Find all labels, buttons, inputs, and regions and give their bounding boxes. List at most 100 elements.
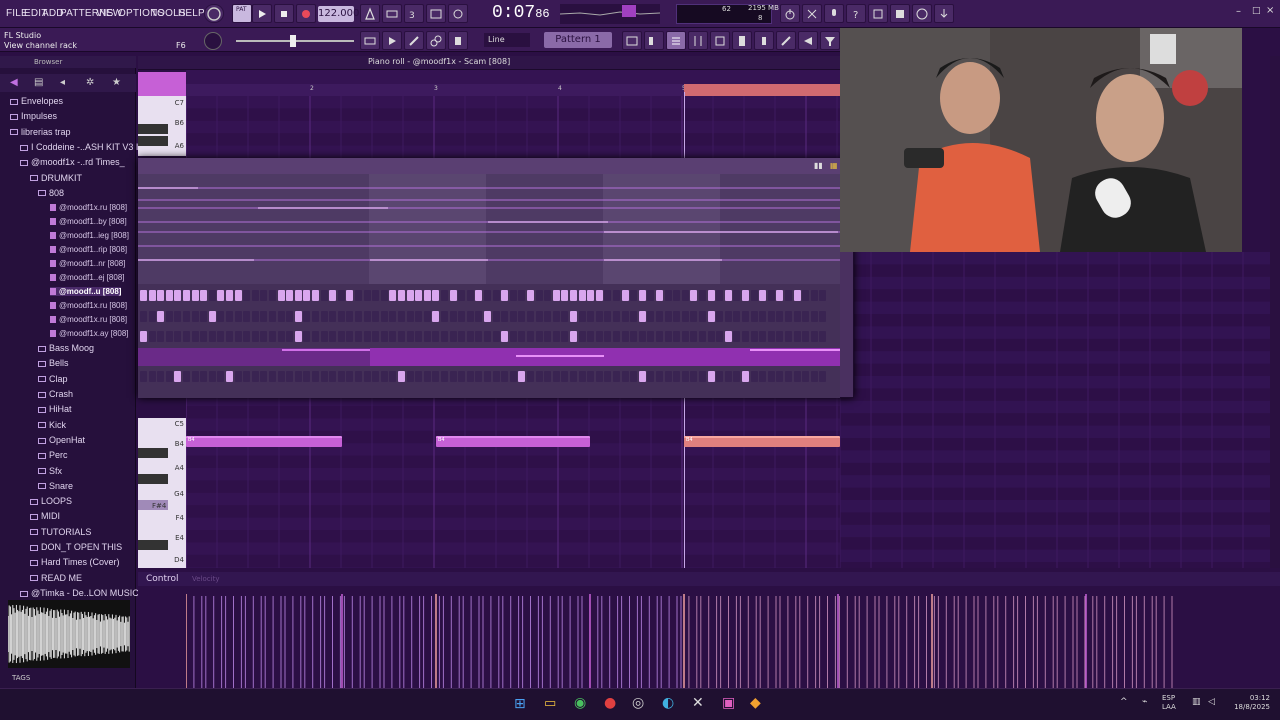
- step-button[interactable]: [742, 371, 749, 382]
- step-button[interactable]: [613, 371, 620, 382]
- step-button[interactable]: [337, 311, 345, 322]
- step-button[interactable]: [613, 311, 620, 322]
- step-button[interactable]: [320, 311, 328, 322]
- browser-folder-item[interactable]: READ ME: [30, 573, 82, 583]
- step-button[interactable]: [578, 311, 586, 322]
- step-button[interactable]: [664, 331, 672, 342]
- step-button[interactable]: [630, 371, 638, 382]
- step-button[interactable]: [621, 331, 629, 342]
- step-button[interactable]: [535, 371, 543, 382]
- step-button[interactable]: [346, 290, 354, 301]
- pat-song-toggle[interactable]: PAT: [232, 4, 252, 23]
- microphone-icon[interactable]: [824, 4, 844, 23]
- step-button[interactable]: [527, 371, 534, 382]
- black-key[interactable]: [138, 540, 168, 550]
- step-button[interactable]: [475, 290, 483, 301]
- step-button[interactable]: [260, 311, 268, 322]
- step-button[interactable]: [681, 331, 689, 342]
- step-button[interactable]: [458, 371, 466, 382]
- step-button[interactable]: [819, 371, 827, 382]
- step-button[interactable]: [587, 290, 595, 301]
- vertical-scrollbar[interactable]: [1270, 56, 1280, 568]
- step-button[interactable]: [793, 331, 801, 342]
- step-button[interactable]: [475, 371, 483, 382]
- step-button[interactable]: [200, 371, 208, 382]
- step-button[interactable]: [458, 331, 466, 342]
- step-button[interactable]: [767, 371, 775, 382]
- step-button[interactable]: [346, 331, 354, 342]
- note[interactable]: B4: [186, 436, 342, 447]
- step-button[interactable]: [819, 311, 827, 322]
- step-button[interactable]: [716, 331, 724, 342]
- step-button[interactable]: [570, 331, 577, 342]
- step-button[interactable]: [690, 311, 698, 322]
- browser-folder-item[interactable]: OpenHat: [38, 435, 85, 445]
- tray-clock[interactable]: 03:12 18/8/2025: [1226, 694, 1270, 712]
- step-button[interactable]: [707, 311, 715, 322]
- step-button[interactable]: [157, 371, 165, 382]
- step-button[interactable]: [303, 290, 311, 301]
- step-button[interactable]: [432, 311, 440, 322]
- step-button[interactable]: [656, 311, 663, 322]
- step-button[interactable]: [484, 290, 491, 301]
- step-button[interactable]: [234, 331, 242, 342]
- browser-star-icon[interactable]: ★: [112, 77, 121, 88]
- download-icon[interactable]: [934, 4, 954, 23]
- tree-icon[interactable]: [710, 31, 730, 50]
- step-button[interactable]: [604, 331, 612, 342]
- wait-input-icon[interactable]: [382, 4, 402, 23]
- step-button[interactable]: [363, 371, 371, 382]
- step-button[interactable]: [535, 311, 543, 322]
- snap-select[interactable]: Line: [484, 33, 530, 47]
- step-button[interactable]: [260, 331, 268, 342]
- step-button[interactable]: [320, 331, 328, 342]
- step-button[interactable]: [638, 290, 646, 301]
- step-button[interactable]: [191, 331, 199, 342]
- step-button[interactable]: [183, 311, 190, 322]
- stop-button[interactable]: [274, 4, 294, 23]
- step-button[interactable]: [466, 371, 474, 382]
- step-button[interactable]: [724, 331, 732, 342]
- step-button[interactable]: [733, 371, 741, 382]
- step-button[interactable]: [269, 371, 276, 382]
- step-button[interactable]: [484, 331, 491, 342]
- step-button[interactable]: [200, 311, 208, 322]
- browser-file-item[interactable]: @moodf1x.ru [808]: [50, 203, 127, 212]
- browser-file-item[interactable]: @moodf1..ieg [808]: [50, 231, 129, 240]
- step-button[interactable]: [742, 311, 749, 322]
- step-button[interactable]: [484, 311, 491, 322]
- step-button[interactable]: [234, 371, 242, 382]
- step-button[interactable]: [243, 331, 251, 342]
- keyboard-lower[interactable]: C5 B4 A4 G4 F#4 F4 E4 D4: [138, 418, 186, 568]
- tray-network-icon[interactable]: ⌁: [1142, 697, 1147, 707]
- step-button[interactable]: [785, 331, 792, 342]
- step-button[interactable]: [492, 371, 500, 382]
- minimize-icon[interactable]: –: [1236, 6, 1241, 17]
- metronome-icon[interactable]: [360, 4, 380, 23]
- step-button[interactable]: [552, 290, 560, 301]
- step-button[interactable]: [759, 311, 767, 322]
- browser-folder-item[interactable]: Crash: [38, 389, 73, 399]
- step-button[interactable]: [509, 371, 517, 382]
- step-button[interactable]: [793, 311, 801, 322]
- browser-folder-item[interactable]: DON_T OPEN THIS: [30, 542, 122, 552]
- step-button[interactable]: [570, 311, 577, 322]
- step-button[interactable]: [767, 290, 775, 301]
- step-button[interactable]: [269, 331, 276, 342]
- step-button[interactable]: [217, 290, 225, 301]
- step-button[interactable]: [251, 331, 259, 342]
- velocity-lane[interactable]: [185, 586, 1280, 688]
- step-button[interactable]: [406, 371, 414, 382]
- step-button[interactable]: [630, 331, 638, 342]
- step-button[interactable]: [415, 371, 423, 382]
- step-button[interactable]: [208, 331, 216, 342]
- step-button[interactable]: [664, 311, 672, 322]
- step-button[interactable]: [363, 290, 371, 301]
- step-button[interactable]: [432, 290, 440, 301]
- step-button[interactable]: [716, 371, 724, 382]
- step-button[interactable]: [759, 371, 767, 382]
- channel-rack-titlebar[interactable]: ▮▮ ▦: [138, 158, 854, 174]
- step-button[interactable]: [656, 371, 663, 382]
- step-button[interactable]: [191, 311, 199, 322]
- step-button[interactable]: [552, 331, 560, 342]
